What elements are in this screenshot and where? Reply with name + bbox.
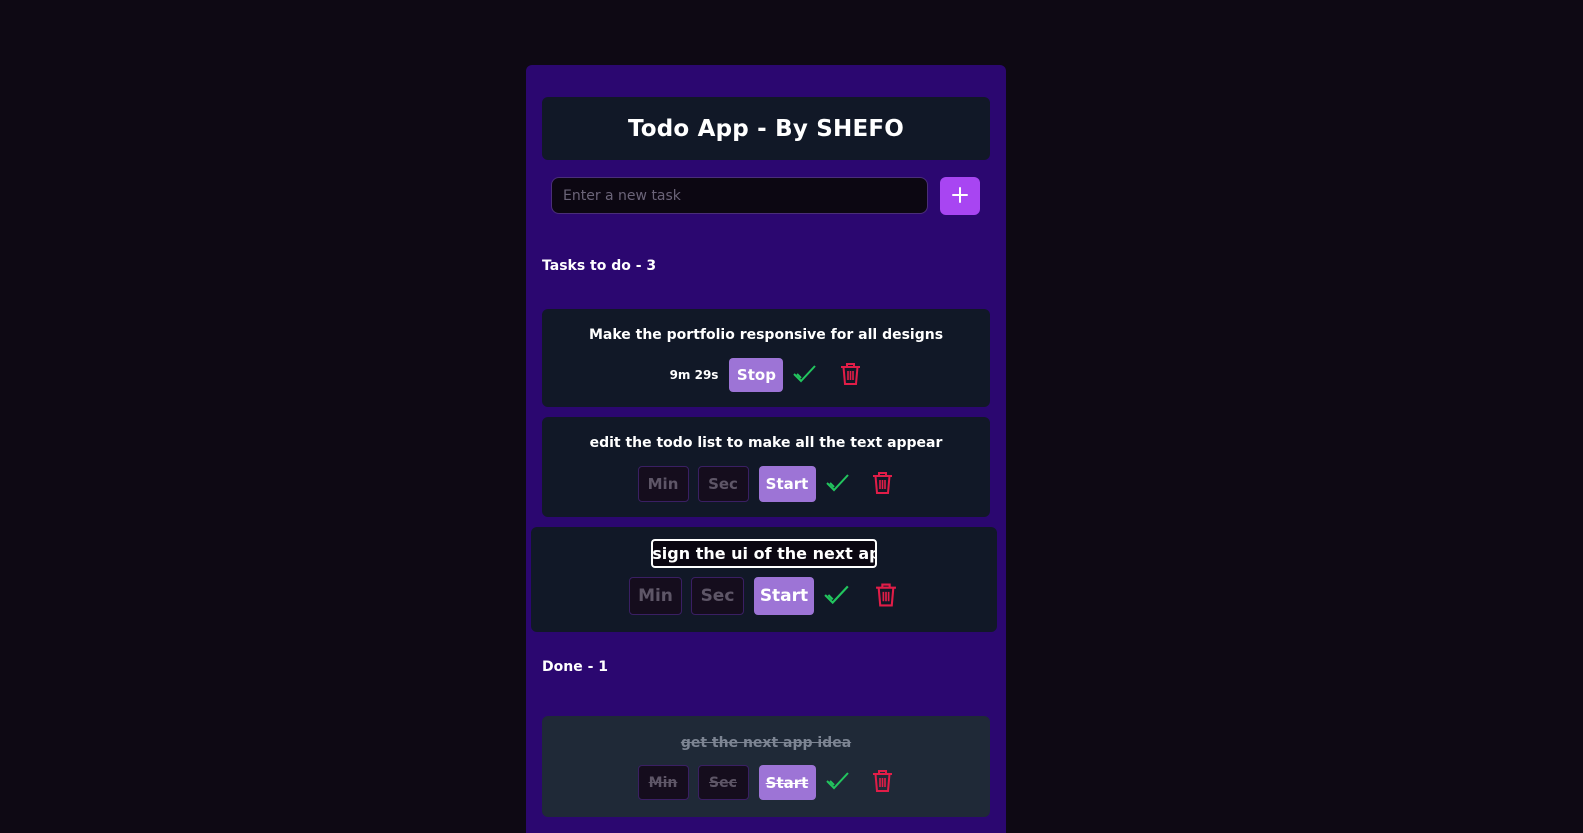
- task-controls: 9m 29s Stop: [542, 358, 990, 392]
- delete-task-button[interactable]: [838, 362, 862, 388]
- add-task-button[interactable]: [940, 177, 980, 215]
- minutes-input[interactable]: Min: [637, 466, 689, 502]
- task-title-row: lesign the ui of the next app: [531, 539, 997, 568]
- stop-timer-button[interactable]: Stop: [729, 358, 784, 392]
- task-controls: Min Sec Start: [542, 765, 990, 800]
- plus-icon: [952, 186, 968, 206]
- delete-task-button[interactable]: [871, 471, 895, 497]
- trash-icon: [872, 471, 893, 498]
- minutes-input[interactable]: Min: [629, 577, 682, 615]
- done-task-title: get the next app idea: [680, 735, 852, 751]
- task-card-editing: lesign the ui of the next app Min Sec St…: [531, 527, 997, 632]
- complete-task-button[interactable]: [825, 770, 851, 796]
- task-timer: 9m 29s: [669, 368, 719, 382]
- trash-icon: [872, 769, 893, 796]
- task-controls: Min Sec Start: [531, 577, 997, 615]
- todo-section-heading: Tasks to do - 3: [542, 258, 657, 274]
- delete-task-button[interactable]: [871, 770, 895, 796]
- seconds-input[interactable]: Sec: [697, 466, 749, 502]
- complete-task-button[interactable]: [825, 471, 851, 497]
- minutes-input[interactable]: Min: [637, 765, 689, 800]
- task-title: edit the todo list to make all the text …: [589, 435, 943, 451]
- seconds-input[interactable]: Sec: [697, 765, 749, 800]
- seconds-input[interactable]: Sec: [691, 577, 744, 615]
- done-section-heading: Done - 1: [542, 659, 609, 675]
- todo-app-panel: Todo App - By SHEFO Tasks to do - 3 Make…: [526, 65, 1006, 833]
- check-icon: [825, 771, 850, 794]
- done-task-card: get the next app idea Min Sec Start: [542, 716, 990, 817]
- trash-icon: [840, 362, 861, 389]
- start-timer-button[interactable]: Start: [758, 466, 816, 502]
- app-header: Todo App - By SHEFO: [542, 97, 990, 160]
- task-controls: Min Sec Start: [542, 466, 990, 502]
- delete-task-button[interactable]: [873, 582, 899, 610]
- start-timer-button[interactable]: Start: [758, 765, 816, 800]
- complete-task-button[interactable]: [792, 362, 818, 388]
- trash-icon: [875, 582, 897, 611]
- check-icon: [824, 584, 850, 609]
- start-timer-button[interactable]: Start: [754, 577, 814, 615]
- app-title: Todo App - By SHEFO: [627, 115, 905, 142]
- task-card: Make the portfolio responsive for all de…: [542, 309, 990, 407]
- task-title-edit-input[interactable]: lesign the ui of the next app: [651, 539, 877, 568]
- complete-task-button[interactable]: [823, 582, 851, 610]
- check-icon: [793, 364, 817, 387]
- task-card: edit the todo list to make all the text …: [542, 417, 990, 517]
- task-title: Make the portfolio responsive for all de…: [588, 327, 944, 343]
- check-icon: [825, 473, 850, 496]
- new-task-input[interactable]: [551, 177, 928, 214]
